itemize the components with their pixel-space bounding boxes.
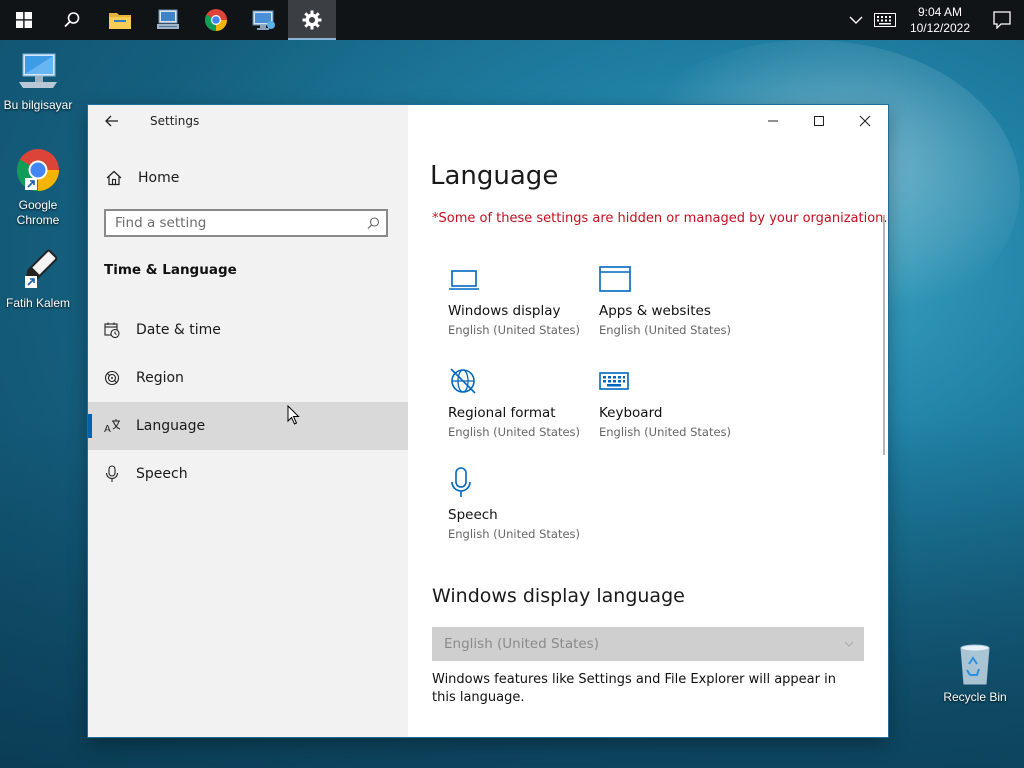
search-input[interactable] — [106, 214, 360, 232]
settings-sidebar: Settings Home Time & Language — [88, 105, 408, 737]
sidebar-item-label: Home — [138, 170, 180, 186]
desktop-icon-google-chrome[interactable]: Google Chrome — [0, 148, 76, 228]
notification-icon — [993, 11, 1011, 29]
sidebar-item-label: Speech — [136, 466, 188, 482]
sidebar-item-region[interactable]: Region — [88, 354, 408, 402]
clock-date: 10/12/2022 — [909, 21, 970, 35]
tile-title: Speech — [448, 507, 498, 523]
globe-icon — [448, 363, 598, 399]
page-title: Language — [430, 161, 559, 191]
mouse-cursor-icon — [287, 405, 300, 425]
chevron-down-icon — [844, 639, 864, 650]
microphone-icon — [448, 465, 598, 501]
input-indicator-button[interactable] — [870, 0, 900, 40]
chevron-up-icon — [849, 16, 863, 24]
tile-subtitle: English (United States) — [599, 323, 732, 337]
tile-subtitle: English (United States) — [448, 323, 581, 337]
back-arrow-icon — [105, 115, 118, 127]
back-button[interactable] — [88, 105, 136, 137]
sidebar-item-label: Date & time — [136, 322, 221, 338]
recycle-bin-icon — [960, 644, 990, 685]
sidebar-section-title: Time & Language — [104, 262, 237, 278]
settings-window: Settings Home Time & Language — [88, 105, 888, 737]
region-globe-icon — [88, 370, 136, 386]
settings-content: Language *Some of these settings are hid… — [408, 105, 888, 737]
tile-speech[interactable]: Speech English (United States) — [448, 465, 598, 541]
folder-icon — [109, 13, 131, 29]
file-explorer-button[interactable] — [96, 0, 144, 40]
svg-text:A: A — [104, 424, 111, 434]
tile-regional-format[interactable]: Regional format English (United States) — [448, 363, 598, 439]
dropdown-value: English (United States) — [444, 636, 599, 652]
desktop-icon-recycle-bin[interactable]: Recycle Bin — [937, 642, 1013, 705]
show-hidden-icons-button[interactable] — [842, 0, 870, 40]
pen-app-icon — [24, 249, 58, 288]
taskbar: 9:04 AM 10/12/2022 — [0, 0, 1024, 40]
desktop-icon-label: Bu bilgisayar — [3, 98, 73, 112]
desktop-icon-this-pc[interactable]: Bu bilgisayar — [0, 50, 76, 113]
chrome-icon — [205, 9, 227, 31]
tile-subtitle: English (United States) — [448, 527, 581, 541]
managed-notice: *Some of these settings are hidden or ma… — [432, 211, 888, 226]
desktop-icon-fatih-kalem[interactable]: Fatih Kalem — [0, 246, 76, 311]
remote-desktop-button[interactable] — [240, 0, 288, 40]
chrome-taskbar-button[interactable] — [192, 0, 240, 40]
tile-apps-websites[interactable]: Apps & websites English (United States) — [599, 261, 749, 337]
clock-time: 9:04 AM — [917, 5, 962, 19]
tile-title: Regional format — [448, 405, 556, 421]
sidebar-item-label: Region — [136, 370, 184, 386]
keyboard-tray-icon — [873, 13, 896, 27]
windows-logo-icon — [16, 12, 32, 28]
tile-title: Windows display — [448, 303, 561, 319]
gear-icon — [302, 10, 322, 30]
settings-taskbar-button[interactable] — [288, 0, 336, 40]
laptop-icon — [448, 261, 598, 297]
keyboard-icon — [599, 363, 749, 399]
desktop-icon-label: Recycle Bin — [943, 690, 1007, 704]
start-button[interactable] — [0, 0, 48, 40]
search-button[interactable] — [48, 0, 96, 40]
taskbar-clock[interactable]: 9:04 AM 10/12/2022 — [900, 4, 980, 36]
network-app-button[interactable] — [144, 0, 192, 40]
sidebar-item-label: Language — [136, 418, 206, 434]
computer-icon — [19, 53, 57, 88]
calendar-clock-icon — [88, 322, 136, 338]
display-language-description: Windows features like Settings and File … — [432, 672, 836, 705]
display-language-heading: Windows display language — [432, 585, 685, 607]
network-computer-icon — [157, 9, 179, 29]
home-icon — [90, 170, 138, 186]
search-box[interactable] — [104, 209, 388, 237]
desktop-icon-label: Fatih Kalem — [5, 296, 71, 310]
search-icon[interactable] — [360, 216, 386, 230]
microphone-icon — [88, 465, 136, 483]
tile-title: Keyboard — [599, 405, 663, 421]
search-icon — [64, 12, 80, 28]
tile-keyboard[interactable]: Keyboard English (United States) — [599, 363, 749, 439]
action-center-button[interactable] — [980, 0, 1024, 40]
tile-subtitle: English (United States) — [448, 425, 581, 439]
display-language-dropdown[interactable]: English (United States) — [432, 627, 864, 661]
language-icon: A — [88, 418, 136, 434]
sidebar-item-date-time[interactable]: Date & time — [88, 306, 408, 354]
sidebar-item-home[interactable]: Home — [88, 162, 408, 194]
tile-title: Apps & websites — [599, 303, 711, 319]
sidebar-item-speech[interactable]: Speech — [88, 450, 408, 498]
chrome-icon — [16, 149, 59, 192]
tile-windows-display[interactable]: Windows display English (United States) — [448, 261, 598, 337]
tile-subtitle: English (United States) — [599, 425, 732, 439]
window-icon — [599, 261, 749, 297]
desktop-icon-label: Google Chrome — [16, 198, 60, 227]
content-scrollbar[interactable] — [883, 215, 885, 455]
sidebar-item-language[interactable]: A Language — [88, 402, 408, 450]
window-titlebar[interactable]: Settings — [88, 105, 408, 137]
system-tray: 9:04 AM 10/12/2022 — [842, 0, 1024, 40]
remote-desktop-icon — [252, 10, 275, 30]
window-title: Settings — [150, 114, 200, 128]
